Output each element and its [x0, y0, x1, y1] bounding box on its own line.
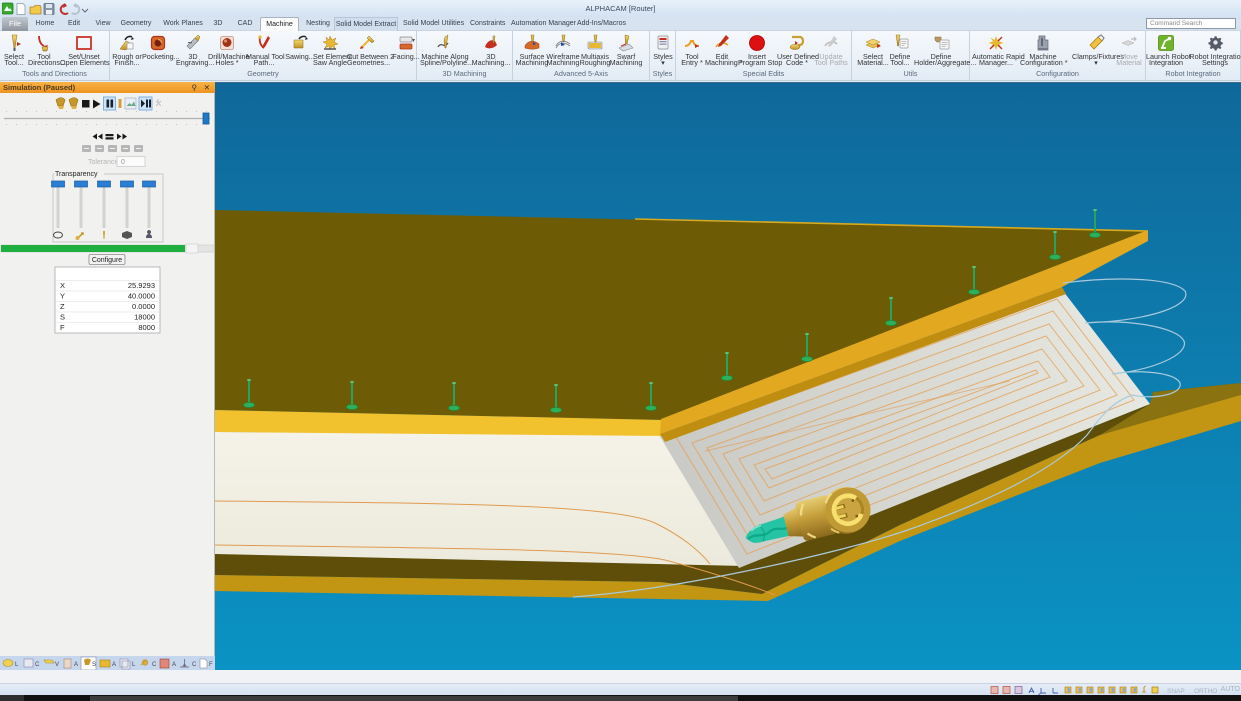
svg-text:C: C	[35, 662, 40, 668]
svg-text:ORTHO: ORTHO	[1194, 688, 1217, 695]
svg-text:SNAP: SNAP	[1167, 688, 1185, 695]
svg-text:Tolerance: Tolerance	[88, 159, 118, 166]
svg-text:A: A	[74, 662, 78, 668]
svg-text:40.0000: 40.0000	[128, 292, 155, 301]
svg-text:L: L	[15, 662, 19, 668]
svg-text:25.9293: 25.9293	[128, 281, 155, 290]
svg-text:A: A	[172, 662, 176, 668]
svg-text:F: F	[209, 662, 213, 668]
svg-text:X: X	[60, 281, 65, 290]
svg-text:V: V	[55, 662, 59, 668]
svg-text:Configure: Configure	[92, 257, 122, 264]
svg-text:F: F	[60, 323, 65, 332]
svg-text:8000: 8000	[138, 323, 155, 332]
svg-text:C: C	[152, 662, 157, 668]
svg-text:C: C	[192, 662, 197, 668]
svg-text:Transparency: Transparency	[55, 171, 98, 178]
svg-text:Z: Z	[60, 302, 65, 311]
svg-text:S: S	[60, 313, 65, 322]
svg-text:A: A	[112, 662, 116, 668]
svg-text:L: L	[132, 662, 136, 668]
svg-text:18000: 18000	[134, 313, 155, 322]
svg-text:0: 0	[121, 159, 125, 166]
svg-text:S: S	[92, 662, 96, 668]
svg-text:Y: Y	[60, 292, 65, 301]
svg-text:0.0000: 0.0000	[132, 302, 155, 311]
